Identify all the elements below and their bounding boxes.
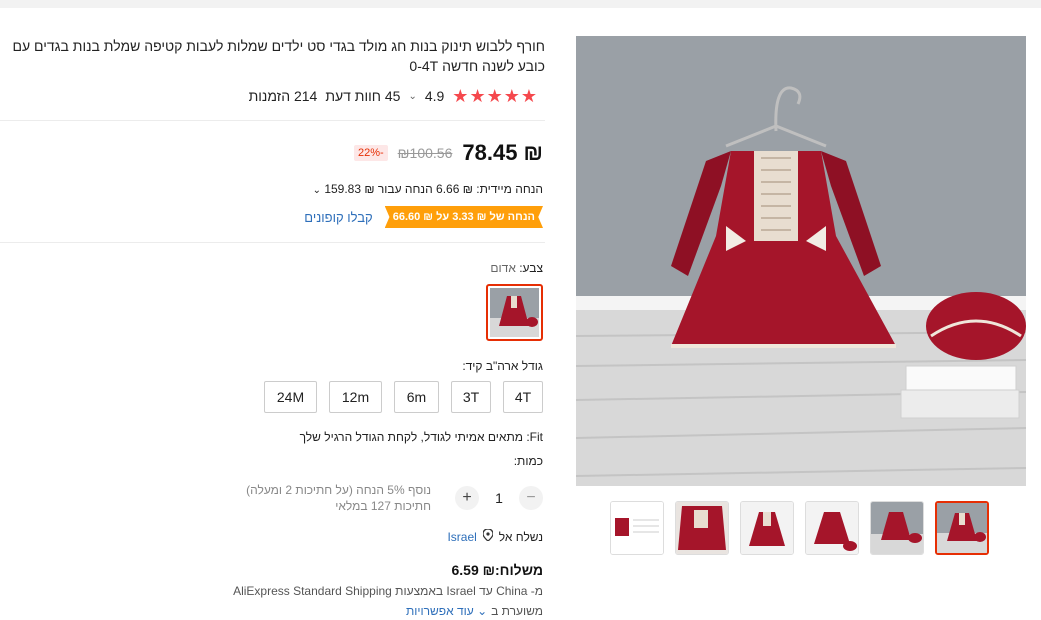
thumbnail-strip: [610, 501, 995, 555]
quantity-notes: נוסף 5% הנחה (על חתיכות 2 ומעלה) חתיכות …: [246, 482, 431, 514]
star-icon: ★: [486, 86, 503, 106]
thumbnail-size-chart[interactable]: [610, 501, 664, 555]
rating-value[interactable]: 4.9: [425, 88, 444, 104]
quantity-label: כמות:: [513, 454, 543, 468]
shipping-method: מ- China עד Israel באמצעות AliExpress St…: [233, 584, 543, 598]
divider: [0, 120, 545, 121]
main-product-image[interactable]: [576, 36, 1026, 486]
more-options-label: עוד אפשרויות: [405, 604, 474, 618]
ship-country-selector[interactable]: Israel: [447, 530, 476, 544]
size-option-12m[interactable]: 12m: [329, 381, 382, 413]
thumbnail-dress-side[interactable]: [805, 501, 859, 555]
location-pin-icon: [482, 528, 494, 544]
thumbnail-dress-closeup[interactable]: [675, 501, 729, 555]
quantity-stepper: − 1 + נוסף 5% הנחה (על חתיכות 2 ומעלה) ח…: [246, 482, 543, 514]
chevron-down-icon: ⌄: [312, 185, 321, 196]
original-price: ₪100.56: [397, 145, 453, 161]
more-options-link[interactable]: ⌄ עוד אפשרויות: [406, 604, 487, 618]
star-rating: ★ ★ ★ ★ ★: [452, 87, 537, 105]
ship-to-row: נשלח אל Israel: [447, 528, 543, 544]
size-option-3t[interactable]: 3T: [451, 381, 491, 413]
quantity-input[interactable]: 1: [487, 490, 511, 506]
coupon-tag: הנחה של ₪ 3.33 על ₪ 66.60: [384, 206, 543, 228]
current-price: ₪ 78.45: [462, 140, 543, 165]
thumbnail-dress-front[interactable]: [740, 501, 794, 555]
quantity-decrease-button[interactable]: −: [519, 486, 543, 510]
star-icon: ★: [452, 86, 469, 106]
instant-savings-text: הנחה מיידית: ₪ 6.66 הנחה עבור ₪ 159.83: [324, 182, 543, 196]
product-title: חורף ללבוש תינוק בנות חג מולד בגדי סט יל…: [12, 38, 545, 74]
size-option-24m[interactable]: 24M: [264, 381, 317, 413]
price-row: ₪ 78.45 ₪100.56 -22%: [353, 140, 543, 166]
instant-savings[interactable]: הנחה מיידית: ₪ 6.66 הנחה עבור ₪ 159.83 ⌄: [313, 182, 543, 196]
rating-row: ★ ★ ★ ★ ★ 4.9 ⌄ 45 חוות דעת 214 הזמנות: [249, 86, 537, 106]
delivery-estimate: משוערת ב: [491, 604, 543, 618]
chevron-down-icon[interactable]: ⌄: [408, 91, 416, 102]
size-label: גודל ארה"ב קיד:: [462, 359, 543, 373]
chevron-down-icon: ⌄: [477, 604, 488, 618]
fit-note: Fit: מתאים אמיתי לגודל, לקחת הגודל הרגיל…: [299, 430, 543, 444]
quantity-increase-button[interactable]: +: [455, 486, 479, 510]
divider: [0, 242, 545, 243]
stock-note: חתיכות 127 במלאי: [335, 499, 431, 513]
color-label: צבע: אדום: [490, 261, 543, 275]
top-bar: [0, 0, 1041, 8]
star-icon: ★: [503, 86, 520, 106]
discount-badge: -22%: [353, 145, 388, 161]
size-option-6m[interactable]: 6m: [394, 381, 439, 413]
bulk-discount-note: נוסף 5% הנחה (על חתיכות 2 ומעלה): [246, 483, 431, 497]
color-value: אדום: [490, 261, 516, 275]
get-coupons-link[interactable]: קבלו קופונים: [304, 210, 372, 225]
coupon-row: הנחה של ₪ 3.33 על ₪ 66.60 קבלו קופונים: [304, 206, 543, 228]
color-swatch-red[interactable]: [486, 284, 543, 341]
order-count: 214 הזמנות: [248, 88, 318, 104]
size-options: 4T 3T 6m 12m 24M: [264, 381, 543, 413]
thumbnail-selected[interactable]: [935, 501, 989, 555]
shipping-price: משלוח:₪ 6.59: [451, 562, 543, 578]
ship-to-label: נשלח אל: [498, 529, 543, 544]
delivery-estimate-row: משוערת ב ⌄ עוד אפשרויות: [406, 604, 543, 618]
color-label-text: צבע:: [519, 261, 543, 275]
thumbnail-dress-set[interactable]: [870, 501, 924, 555]
review-count[interactable]: 45 חוות דעת: [325, 88, 400, 104]
star-icon: ★: [520, 86, 537, 106]
star-icon: ★: [469, 86, 486, 106]
size-option-4t[interactable]: 4T: [503, 381, 543, 413]
